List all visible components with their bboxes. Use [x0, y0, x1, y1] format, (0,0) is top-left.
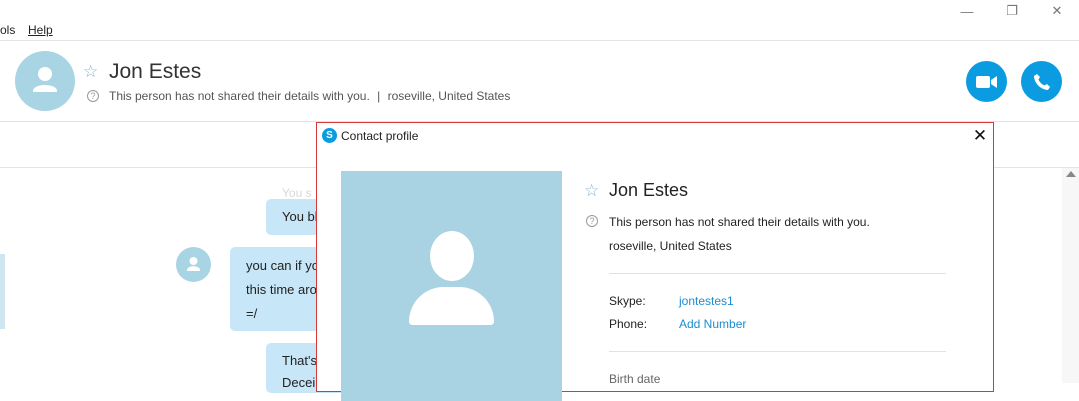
skype-icon: S [322, 128, 337, 143]
help-icon: ? [586, 215, 598, 227]
scroll-up-arrow-icon[interactable] [1066, 171, 1076, 177]
profile-photo [341, 171, 562, 401]
contact-avatar[interactable] [15, 51, 75, 111]
menu-help-label: Help [28, 23, 53, 37]
favorite-star-icon[interactable]: ☆ [584, 182, 599, 199]
dialog-location: roseville, United States [609, 239, 732, 253]
add-number-link[interactable]: Add Number [679, 317, 746, 331]
menu-divider [0, 40, 1079, 41]
sender-avatar[interactable] [176, 247, 211, 282]
contact-name[interactable]: Jon Estes [109, 60, 201, 84]
audio-call-button[interactable] [1021, 61, 1062, 102]
chat-scrollbar[interactable] [1062, 168, 1079, 383]
phone-icon [1033, 73, 1050, 90]
contact-profile-dialog: S Contact profile ✕ ☆ Jon Estes ? This p… [316, 122, 994, 401]
video-call-button[interactable] [966, 61, 1007, 102]
favorite-star-icon[interactable]: ☆ [83, 63, 98, 80]
help-icon: ? [87, 90, 99, 102]
status-separator: | [377, 89, 381, 103]
contact-status: This person has not shared their details… [109, 89, 370, 103]
restore-button[interactable]: ❐ [989, 0, 1035, 22]
dialog-title: Contact profile [341, 129, 419, 143]
menu-help[interactable]: Help [28, 23, 53, 37]
sidebar-edge [0, 254, 5, 329]
message-line: you can if yo [246, 258, 319, 273]
dialog-close-button[interactable]: ✕ [972, 126, 988, 146]
video-camera-icon [975, 75, 997, 88]
skype-label: Skype: [609, 294, 646, 308]
message-line: =/ [246, 306, 258, 321]
window-titlebar: — ❐ ✕ [0, 0, 1079, 22]
menu-tools[interactable]: ols [0, 23, 15, 37]
window-close-button[interactable]: ✕ [1034, 0, 1079, 22]
minimize-button[interactable]: — [944, 0, 990, 22]
skype-id-link[interactable]: jontestes1 [679, 294, 734, 308]
dialog-status: This person has not shared their details… [609, 215, 870, 229]
contact-location: roseville, United States [387, 89, 511, 103]
birth-date-label: Birth date [609, 372, 661, 386]
person-head-shape [430, 231, 474, 281]
person-icon [187, 257, 200, 271]
dialog-separator [609, 273, 946, 274]
toolbar-divider [0, 167, 316, 168]
person-icon [33, 67, 57, 92]
dialog-separator [609, 351, 946, 352]
message-line: this time aro [246, 282, 317, 297]
message-line: You bl [282, 209, 318, 224]
contact-status-line: This person has not shared their details… [109, 89, 510, 103]
person-body-shape [409, 287, 494, 325]
message-sender-label: You s [282, 186, 312, 200]
phone-label: Phone: [609, 317, 648, 331]
message-line: That's [282, 353, 317, 368]
dialog-contact-name: Jon Estes [609, 180, 689, 200]
